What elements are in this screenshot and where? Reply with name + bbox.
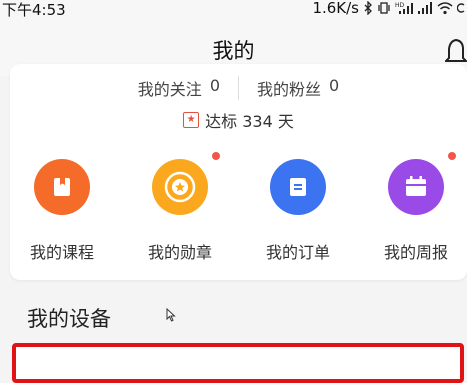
menu-label: 我的勋章: [147, 243, 212, 262]
streak-text: 达标 334 天: [205, 112, 294, 131]
medal-icon: [152, 159, 208, 215]
followers-label: 我的粉丝: [257, 80, 322, 99]
menu-label: 我的周报: [383, 243, 448, 262]
medal-badge-dot: [212, 152, 220, 160]
order-icon: [270, 159, 326, 215]
following-stat[interactable]: 我的关注 0: [138, 76, 220, 100]
book-icon: [34, 159, 90, 215]
hd-signal-icon: HD: [395, 2, 413, 14]
follow-stats: 我的关注 0 我的粉丝 0: [10, 76, 467, 100]
battery-icon: [457, 3, 465, 13]
device-card[interactable]: [12, 343, 464, 383]
menu-label: 我的订单: [265, 243, 330, 262]
menu-item-medals[interactable]: 我的勋章: [130, 152, 230, 269]
status-bar: 下午4:53 1.6K/s HD: [0, 0, 467, 20]
bell-icon[interactable]: [445, 36, 467, 66]
menu-label: 我的课程: [29, 243, 94, 262]
following-label: 我的关注: [137, 80, 202, 99]
followers-count: 0: [329, 76, 340, 95]
signal-icon: [418, 2, 432, 14]
svg-text:HD: HD: [395, 2, 405, 9]
streak-badge[interactable]: ★ 达标 334 天: [10, 109, 467, 131]
calendar-icon: [388, 159, 444, 215]
menu-grid: 我的课程 我的勋章 我的订单 我的周报: [10, 152, 467, 269]
menu-item-orders[interactable]: 我的订单: [248, 159, 348, 269]
devices-section-title: 我的设备: [27, 307, 111, 331]
profile-card: 我的关注 0 我的粉丝 0 ★ 达标 334 天 我的课程 我的勋章 我的订单 …: [10, 64, 467, 280]
mouse-cursor-icon: [166, 308, 176, 322]
menu-item-weekly[interactable]: 我的周报: [366, 152, 466, 269]
wifi-icon: [437, 2, 453, 15]
following-count: 0: [209, 76, 220, 95]
page-title: 我的: [212, 39, 255, 63]
followers-stat[interactable]: 我的粉丝 0: [257, 76, 339, 100]
status-time: 下午4:53: [2, 1, 66, 19]
stat-divider: [238, 76, 239, 100]
status-icons: 1.6K/s HD: [312, 0, 465, 17]
network-speed: 1.6K/s: [312, 0, 359, 17]
menu-item-courses[interactable]: 我的课程: [12, 159, 112, 269]
flag-icon: ★: [183, 112, 200, 128]
weekly-badge-dot: [448, 152, 456, 160]
bluetooth-icon: [364, 1, 372, 15]
vibrate-icon: [378, 2, 390, 14]
